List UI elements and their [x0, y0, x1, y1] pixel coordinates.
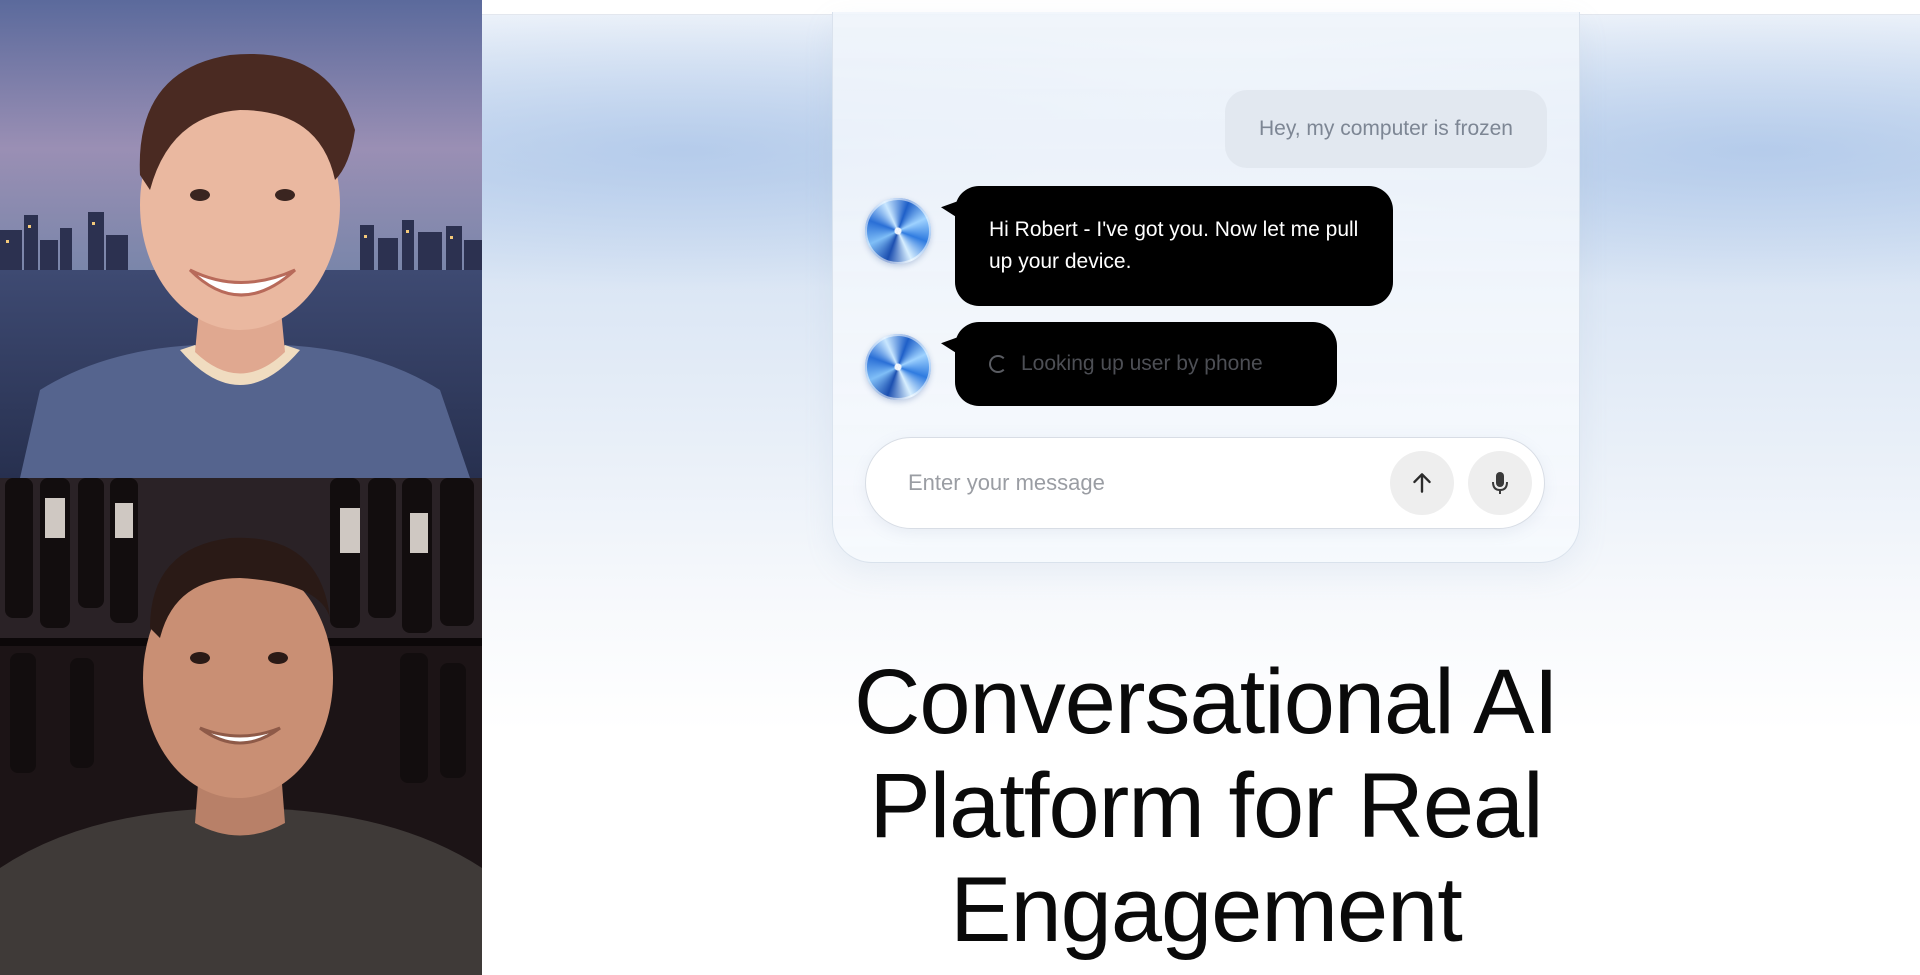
chat-widget: Hey, my computer is frozen Hi Robert - I…: [832, 12, 1580, 563]
participant-video-1: [0, 0, 482, 478]
message-composer: [865, 437, 1545, 529]
participant-2-image: [0, 478, 482, 975]
microphone-icon: [1492, 472, 1508, 494]
message-input[interactable]: [906, 469, 1376, 497]
bot-status-text: Looking up user by phone: [1021, 352, 1263, 375]
hero-headline-line-1: Conversational AI: [853, 651, 1559, 753]
microphone-button[interactable]: [1468, 451, 1532, 515]
participant-1-image: [0, 0, 482, 478]
bot-status-bubble: Looking up user by phone: [955, 322, 1337, 406]
bot-message-bubble: Hi Robert - I've got you. Now let me pul…: [955, 186, 1393, 306]
bot-status-row: Looking up user by phone: [865, 322, 1337, 406]
video-call-panel: [0, 0, 482, 975]
participant-video-2: [0, 478, 482, 975]
spinner-icon: [989, 355, 1007, 373]
hero-headline-line-3: Engagement: [950, 859, 1463, 961]
hero-headline-line-2: Platform for Real: [869, 755, 1543, 857]
arrow-up-icon: [1413, 473, 1431, 493]
bot-message-row: Hi Robert - I've got you. Now let me pul…: [865, 186, 1393, 306]
ai-orb-icon: [865, 334, 931, 400]
user-message-bubble: Hey, my computer is frozen: [1224, 90, 1547, 168]
ai-orb-icon: [865, 198, 931, 264]
send-button[interactable]: [1390, 451, 1454, 515]
website-viewport: Hey, my computer is frozen Hi Robert - I…: [482, 0, 1920, 975]
hero-headline: Conversational AI Platform for Real Enga…: [682, 650, 1730, 962]
